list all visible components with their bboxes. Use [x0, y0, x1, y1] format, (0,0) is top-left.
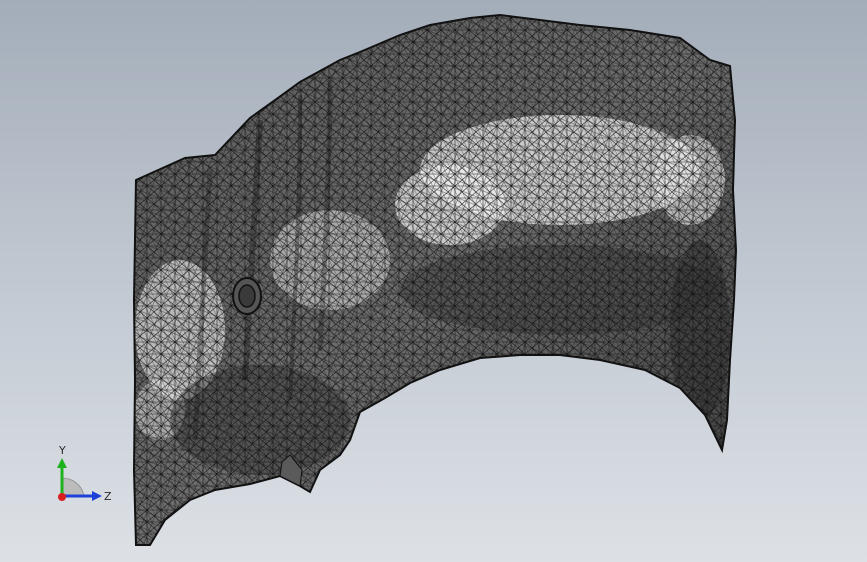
triad-plane-icon [61, 477, 85, 497]
orientation-triad: Y Z [57, 444, 112, 503]
y-axis-label: Y [58, 444, 66, 457]
z-axis-label: Z [104, 490, 112, 503]
x-axis-dot [58, 493, 66, 501]
mesh-model[interactable] [0, 0, 867, 562]
mesh-surface [134, 15, 736, 545]
y-axis-arrowhead [57, 458, 67, 468]
z-axis-arrowhead [92, 491, 102, 501]
graphics-viewport[interactable]: Y Z [0, 0, 867, 562]
mesh-hole-feature [232, 277, 262, 315]
